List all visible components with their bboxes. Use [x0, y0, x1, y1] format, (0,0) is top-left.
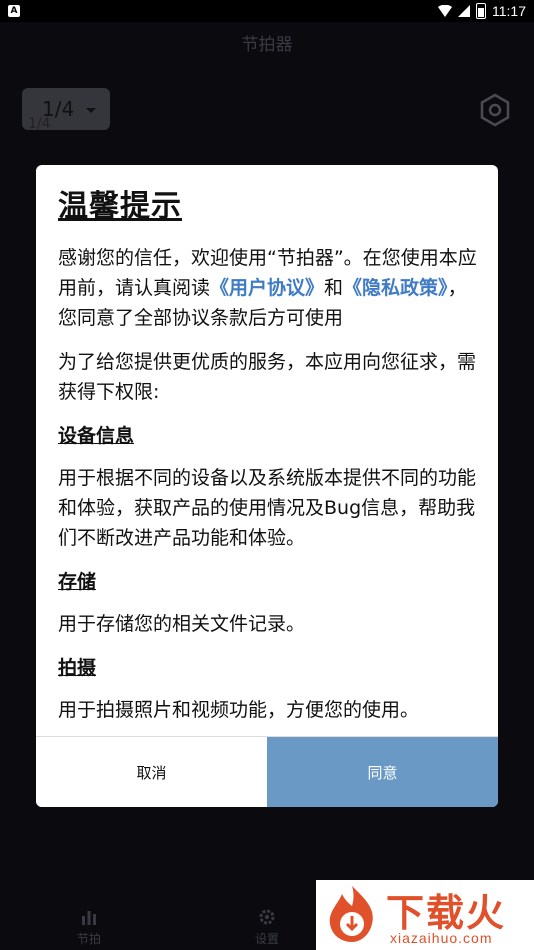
section-desc-storage: 用于存储您的相关文件记录。	[58, 613, 306, 635]
gear-icon	[259, 909, 275, 925]
notice-dialog: 温馨提示 感谢您的信任，欢迎使用“节拍器”。在您使用本应用前，请认真阅读《用户协…	[36, 165, 498, 807]
page-title: 节拍器	[241, 35, 293, 55]
agree-button[interactable]: 同意	[267, 737, 498, 807]
section-desc-device: 用于根据不同的设备以及系统版本提供不同的功能和体验，获取产品的使用情况及Bug信…	[58, 467, 477, 549]
watermark-text: 下载火	[386, 891, 507, 935]
cancel-button[interactable]: 取消	[36, 737, 267, 807]
user-agreement-link[interactable]: 《用户协议》	[210, 277, 324, 299]
privacy-policy-link[interactable]: 《隐私政策》	[343, 277, 448, 299]
section-title-camera: 拍摄	[58, 657, 97, 679]
dialog-title: 温馨提示	[58, 189, 182, 224]
wifi-icon	[438, 5, 452, 17]
beat-sub-value: 1/4	[28, 116, 51, 132]
signal-icon	[458, 5, 470, 17]
hexagon-settings-icon[interactable]	[478, 93, 512, 127]
bar-chart-icon	[82, 911, 96, 925]
nav-item-beat[interactable]: 节拍	[54, 900, 124, 947]
status-time: 11:17	[492, 3, 526, 19]
watermark-url: xiazaihuo.com	[390, 930, 493, 946]
dialog-scroll-content[interactable]: 温馨提示 感谢您的信任，欢迎使用“节拍器”。在您使用本应用前，请认真阅读《用户协…	[58, 185, 478, 735]
status-bar: A 11:17	[0, 0, 534, 22]
dialog-buttons: 取消 同意	[36, 736, 498, 807]
scroll-fade	[36, 720, 498, 736]
battery-icon	[476, 3, 486, 19]
section-title-storage: 存储	[58, 571, 97, 593]
caret-down-icon	[86, 108, 96, 113]
watermark: 下载火 xiazaihuo.com	[316, 880, 534, 950]
flame-logo-icon	[329, 886, 373, 942]
intro-paragraph: 感谢您的信任，欢迎使用“节拍器”。在您使用本应用前，请认真阅读《用户协议》和《隐…	[58, 243, 478, 333]
intro-and: 和	[324, 277, 344, 299]
permissions-intro: 为了给您提供更优质的服务，本应用向您征求，需获得下权限:	[58, 351, 477, 403]
status-icons: 11:17	[438, 0, 526, 22]
nav-label-settings: 设置	[254, 932, 279, 946]
app-notification-icon: A	[8, 5, 20, 17]
nav-label-beat: 节拍	[76, 932, 101, 946]
nav-item-settings[interactable]: 设置	[232, 900, 302, 947]
section-title-device: 设备信息	[58, 425, 135, 447]
